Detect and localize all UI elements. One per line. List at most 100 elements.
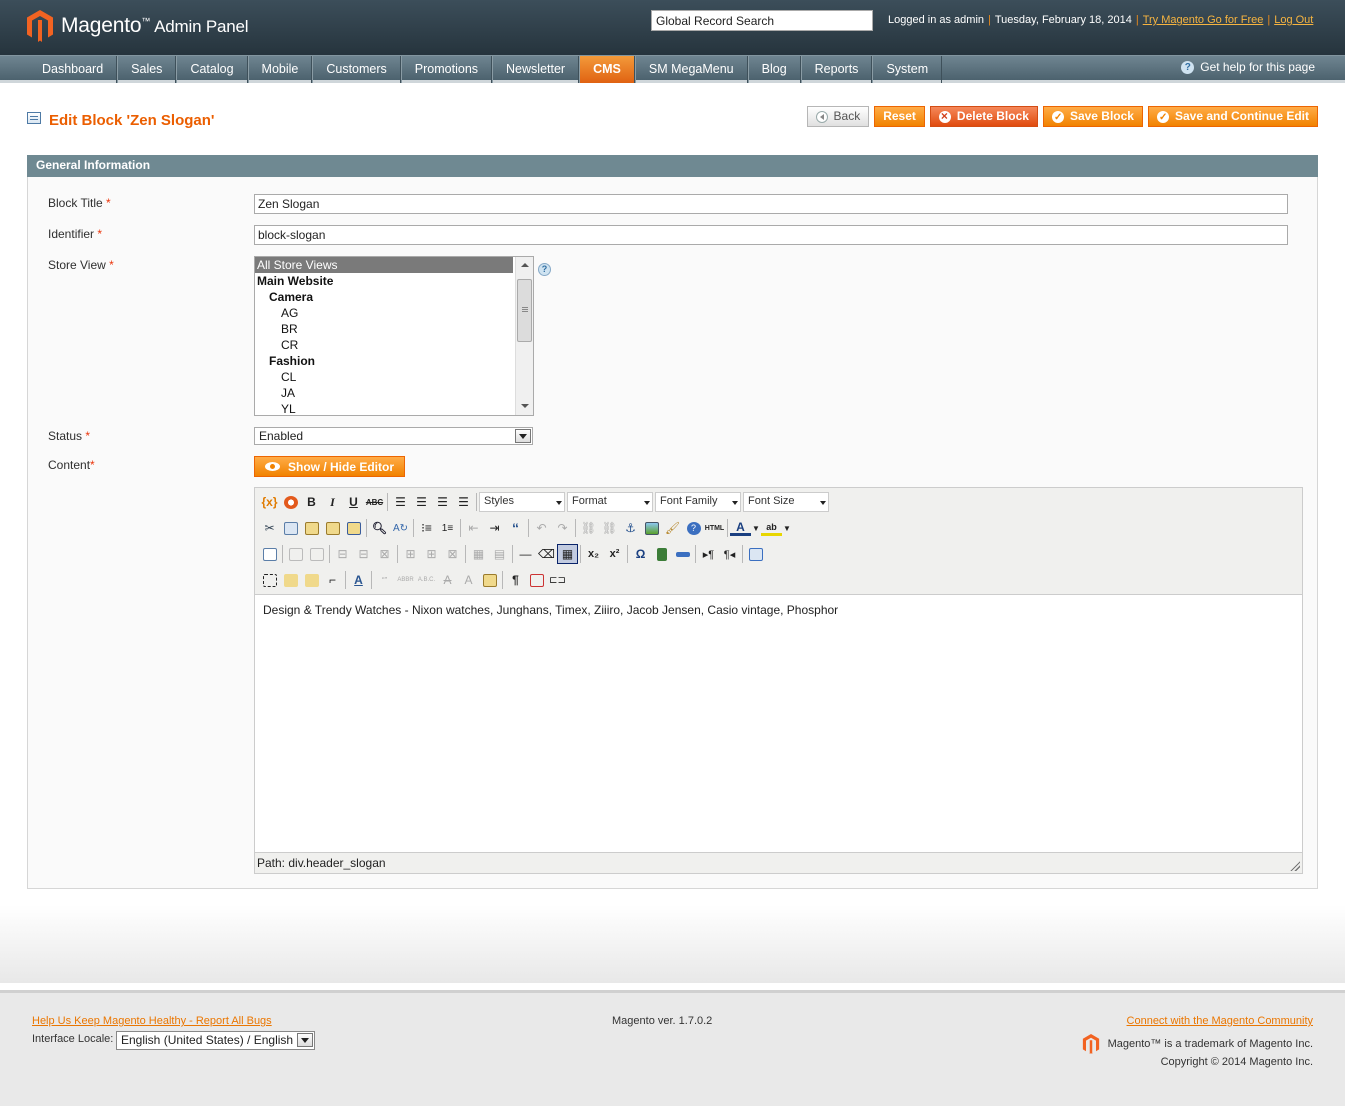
store-view-help-icon[interactable]: ? [538,263,551,276]
advanced-hr-icon[interactable] [672,544,693,564]
insert-layer-icon[interactable] [259,570,280,590]
move-backward-icon[interactable] [301,570,322,590]
insertion-icon[interactable]: A [458,570,479,590]
help-link[interactable]: ? Get help for this page [1181,60,1315,74]
cite-icon[interactable]: “” [374,570,395,590]
magento-logo[interactable]: Magento™ Admin Panel [27,10,249,42]
insert-media-icon[interactable] [651,544,672,564]
dropdown-arrow-icon[interactable] [297,1033,313,1047]
outdent-icon[interactable]: ⇤ [463,518,484,538]
save-block-button[interactable]: Save Block [1042,106,1143,127]
attributes-icon[interactable] [479,570,500,590]
anchor-icon[interactable]: ⚓ [620,518,641,538]
horizontal-rule-icon[interactable]: — [515,544,536,564]
store-view-option[interactable]: Main Website [255,273,533,289]
resize-grip-icon[interactable] [1290,861,1300,871]
nav-item-reports[interactable]: Reports [800,56,873,83]
special-character-icon[interactable]: Ω [630,544,651,564]
replace-icon[interactable]: A↻ [390,518,411,538]
store-view-option[interactable]: BR [255,321,533,337]
strikethrough-icon[interactable]: ABC [364,492,385,512]
reset-button[interactable]: Reset [874,106,925,127]
align-left-icon[interactable]: ☰ [390,492,411,512]
visual-aid-icon[interactable]: ▦ [557,544,578,564]
font-family-dropdown[interactable]: Font Family [655,492,741,512]
nav-item-mobile[interactable]: Mobile [247,56,313,83]
row-properties-icon[interactable] [285,544,306,564]
logout-link[interactable]: Log Out [1274,14,1313,26]
redo-icon[interactable]: ↷ [552,518,573,538]
superscript-icon[interactable]: x² [604,544,625,564]
nav-item-sm-megamenu[interactable]: SM MegaMenu [634,56,748,83]
insert-column-after-icon[interactable]: ⊞ [421,544,442,564]
insert-widget-icon[interactable] [280,492,301,512]
align-justify-icon[interactable]: ☰ [453,492,474,512]
absolute-position-icon[interactable]: ⌐ [322,570,343,590]
identifier-input[interactable] [254,225,1288,245]
italic-icon[interactable]: I [322,492,343,512]
store-view-scrollbar[interactable] [515,257,533,415]
background-color-dropdown-icon[interactable]: ▼ [782,518,792,538]
dropdown-arrow-icon[interactable] [515,429,531,443]
blockquote-icon[interactable]: “ [505,518,526,538]
non-breaking-icon[interactable] [526,570,547,590]
text-color-dropdown-icon[interactable]: ▼ [751,518,761,538]
html-source-icon[interactable]: HTML [704,518,725,538]
right-to-left-icon[interactable]: ¶◂ [719,544,740,564]
paste-icon[interactable] [301,518,322,538]
cleanup-icon[interactable]: 🖌︎ [662,518,683,538]
scroll-up-arrow-icon[interactable] [516,257,533,273]
insert-edit-form-icon[interactable] [259,544,280,564]
interface-locale-select[interactable]: English (United States) / English [116,1031,315,1050]
indent-icon[interactable]: ⇥ [484,518,505,538]
font-size-dropdown[interactable]: Font Size [743,492,829,512]
insert-variable-icon[interactable]: {x} [259,492,280,512]
format-dropdown[interactable]: Format [567,492,653,512]
global-record-search-input[interactable] [651,10,873,31]
unlink-icon[interactable]: ⛓ [599,518,620,538]
store-view-option[interactable]: AG [255,305,533,321]
show-hide-editor-button[interactable]: Show / Hide Editor [254,456,406,477]
scroll-down-arrow-icon[interactable] [516,399,533,415]
insert-row-before-icon[interactable]: ⊟ [332,544,353,564]
cell-properties-icon[interactable] [306,544,327,564]
nav-item-cms[interactable]: CMS [579,56,635,83]
subscript-icon[interactable]: x₂ [583,544,604,564]
paste-text-icon[interactable] [322,518,343,538]
store-view-option[interactable]: JA [255,385,533,401]
link-icon[interactable]: ⛓ [578,518,599,538]
block-title-input[interactable] [254,194,1288,214]
find-icon[interactable]: 🔍︎ [369,518,390,538]
align-right-icon[interactable]: ☰ [432,492,453,512]
fullscreen-icon[interactable] [745,544,766,564]
deletion-icon[interactable]: A [437,570,458,590]
store-view-option[interactable]: All Store Views [255,257,513,273]
save-and-continue-button[interactable]: Save and Continue Edit [1147,106,1318,127]
nav-item-blog[interactable]: Blog [747,56,801,83]
text-color-icon[interactable]: A [730,520,751,536]
insert-image-icon[interactable] [641,518,662,538]
align-center-icon[interactable]: ☰ [411,492,432,512]
paste-word-icon[interactable] [343,518,364,538]
nav-item-sales[interactable]: Sales [117,56,177,83]
back-button[interactable]: Back [806,106,870,127]
merge-cells-icon[interactable]: ▤ [489,544,510,564]
help-icon[interactable]: ? [683,518,704,538]
move-forward-icon[interactable] [280,570,301,590]
delete-row-icon[interactable]: ⊠ [374,544,395,564]
delete-block-button[interactable]: Delete Block [929,106,1038,127]
store-view-multiselect[interactable]: All Store Views Main Website Camera AG BR CR F… [254,256,534,416]
split-cells-icon[interactable]: ▦ [468,544,489,564]
nav-item-dashboard[interactable]: Dashboard [29,56,118,83]
page-break-icon[interactable]: ⊏⊐ [547,570,568,590]
left-to-right-icon[interactable]: ▸¶ [698,544,719,564]
editor-content-area[interactable]: Design & Trendy Watches - Nixon watches,… [255,594,1302,853]
nav-item-customers[interactable]: Customers [312,56,401,83]
copy-icon[interactable] [280,518,301,538]
numbered-list-icon[interactable]: 1≡ [437,518,458,538]
remove-format-icon[interactable]: ⌫ [536,544,557,564]
store-view-option[interactable]: Camera [255,289,533,305]
scrollbar-thumb[interactable] [517,279,532,342]
nav-item-system[interactable]: System [872,56,943,83]
styles-dropdown[interactable]: Styles [479,492,565,512]
